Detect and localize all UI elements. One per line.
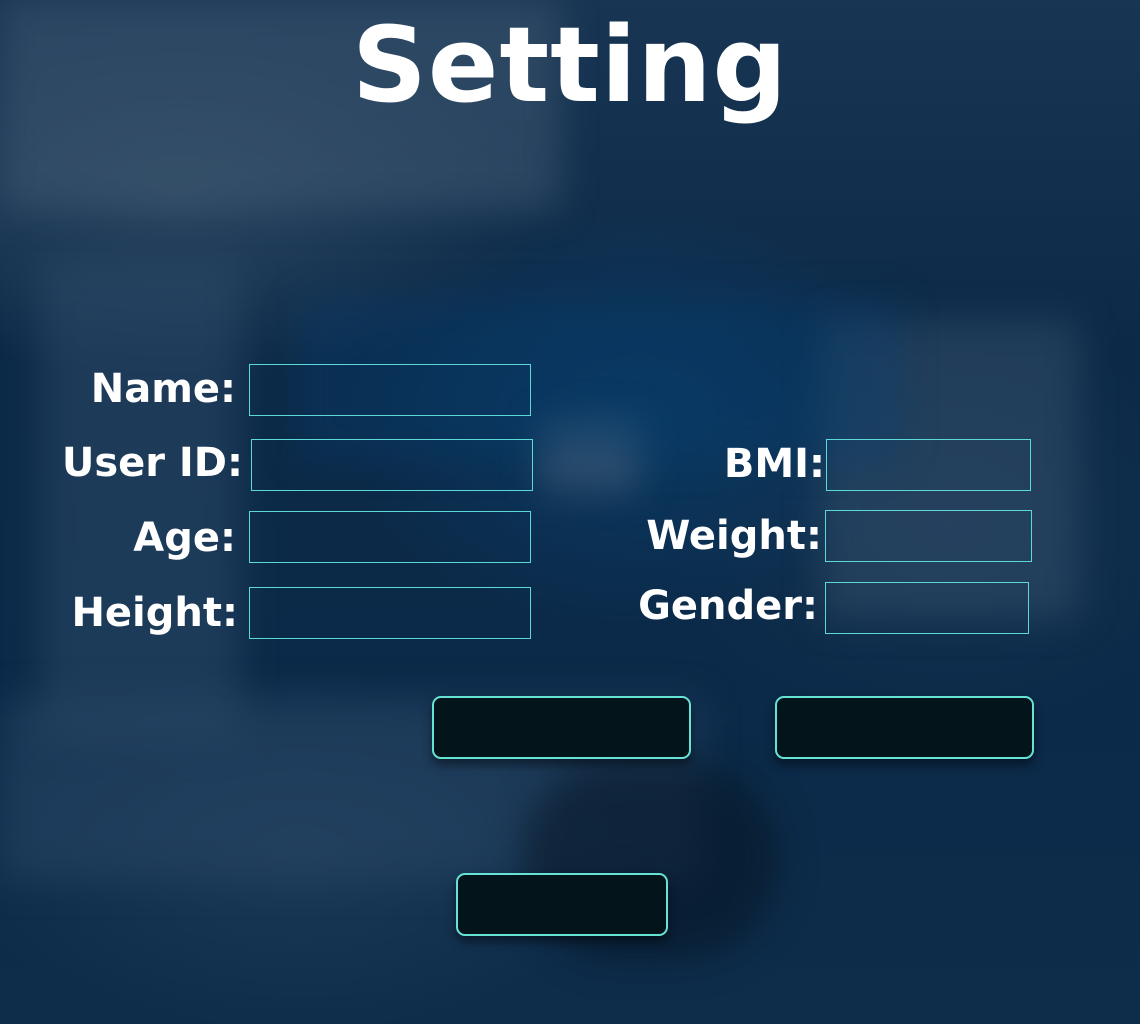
age-label: Age: — [133, 515, 236, 561]
name-label: Name: — [90, 366, 236, 412]
weight-label: Weight: — [646, 513, 822, 559]
age-input[interactable] — [249, 511, 531, 563]
left-action-button[interactable] — [432, 696, 691, 759]
height-label: Height: — [71, 590, 238, 636]
name-input[interactable] — [249, 364, 531, 416]
bmi-input[interactable] — [826, 439, 1031, 491]
user-id-input[interactable] — [251, 439, 533, 491]
gender-label: Gender: — [638, 583, 818, 629]
page-title: Setting — [352, 4, 788, 126]
bottom-action-button[interactable] — [456, 873, 668, 936]
bmi-label: BMI: — [723, 441, 825, 487]
user-id-label: User ID: — [61, 440, 243, 486]
gender-input[interactable] — [825, 582, 1029, 634]
height-input[interactable] — [249, 587, 531, 639]
weight-input[interactable] — [825, 510, 1032, 562]
right-action-button[interactable] — [775, 696, 1034, 759]
